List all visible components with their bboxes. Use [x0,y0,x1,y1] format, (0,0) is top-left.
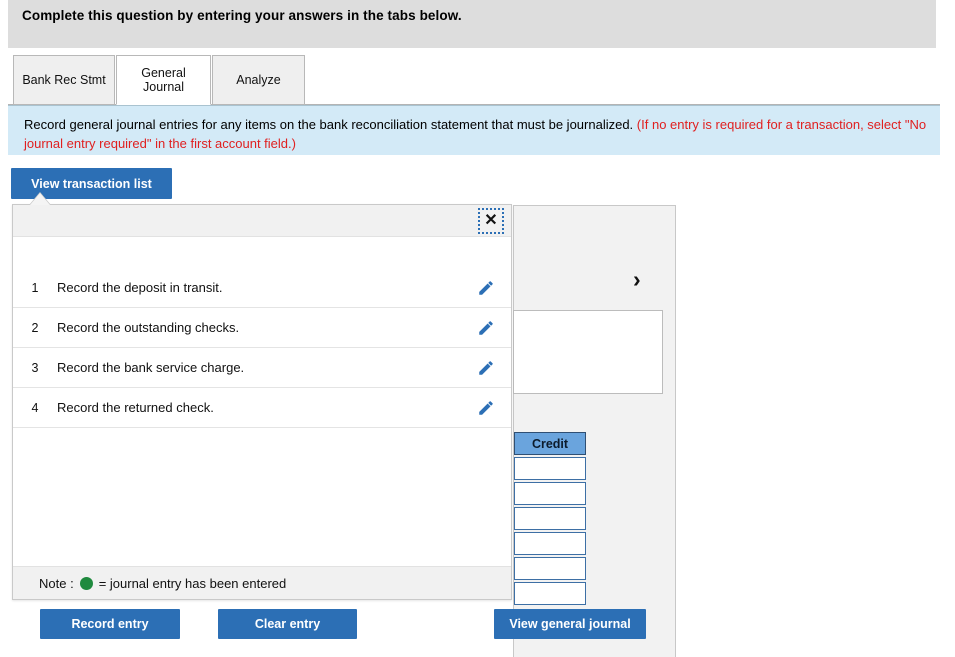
clear-entry-button[interactable]: Clear entry [218,609,357,639]
tab-analyze[interactable]: Analyze [212,55,305,105]
transaction-row[interactable]: 1 Record the deposit in transit. [13,268,511,308]
info-bar-text: Record general journal entries for any i… [24,115,929,153]
transaction-row-edit-button[interactable] [461,319,511,337]
transaction-row-label: Record the returned check. [57,400,214,415]
tab-general-journal-label: General Journal [141,65,186,94]
transaction-list-popup-body: 1 Record the deposit in transit. 2 Recor… [13,237,511,568]
transaction-row-number: 4 [31,400,39,415]
pencil-icon [479,280,493,295]
transaction-row-number: 2 [31,320,39,335]
transaction-row-label: Record the bank service charge. [57,360,245,375]
transaction-list: 1 Record the deposit in transit. 2 Recor… [13,268,511,428]
record-entry-button[interactable]: Record entry [40,609,180,639]
green-dot-icon [79,576,93,590]
transaction-list-popup-footer: Note : = journal entry has been entered [13,566,511,599]
view-transaction-list-label: View transaction list [31,176,152,191]
info-bar: Record general journal entries for any i… [8,105,940,155]
info-bar-text-black: Record general journal entries for any i… [24,117,634,132]
transaction-row-label: Record the deposit in transit. [57,280,223,295]
transaction-row-edit-button[interactable] [461,279,511,297]
pencil-icon [479,360,493,375]
instruction-banner: Complete this question by entering your … [8,0,936,48]
transaction-row-number: 3 [31,360,39,375]
credit-column-header: Credit [514,432,586,455]
transaction-row[interactable]: 2 Record the outstanding checks. [13,308,511,348]
journal-textbox[interactable] [513,310,663,394]
tab-bank-rec-stmt[interactable]: Bank Rec Stmt [13,55,115,105]
credit-input-cell[interactable] [514,507,586,530]
popup-pointer [30,193,50,205]
credit-input-cell[interactable] [514,557,586,580]
view-general-journal-label: View general journal [509,617,631,631]
popup-note-prefix: Note : [39,575,74,591]
transaction-list-popup: ✕ 1 Record the deposit in transit. 2 Rec… [12,204,512,600]
pencil-icon [479,400,493,415]
popup-note-suffix: = journal entry has been entered [98,575,287,591]
popup-note: Note : = journal entry has been entered [39,576,286,591]
instruction-banner-text: Complete this question by entering your … [22,8,462,23]
credit-column: Credit [514,432,586,605]
record-entry-label: Record entry [71,617,149,631]
credit-input-cell[interactable] [514,482,586,505]
close-icon[interactable]: ✕ [478,208,504,234]
transaction-row-edit-button[interactable] [461,399,511,417]
transaction-row-label: Record the outstanding checks. [57,320,240,335]
transaction-row-edit-button[interactable] [461,359,511,377]
tab-strip: Bank Rec Stmt General Journal Analyze [8,54,940,105]
credit-input-cell[interactable] [514,532,586,555]
transaction-list-popup-header: ✕ [13,205,511,237]
view-general-journal-button[interactable]: View general journal [494,609,646,639]
clear-entry-label: Clear entry [254,617,321,631]
credit-input-cell[interactable] [514,582,586,605]
general-journal-panel: › Credit [513,205,676,657]
tab-analyze-label: Analyze [236,72,281,87]
credit-input-cell[interactable] [514,457,586,480]
tab-general-journal[interactable]: General Journal [116,55,211,105]
transaction-row[interactable]: 4 Record the returned check. [13,388,511,428]
transaction-row[interactable]: 3 Record the bank service charge. [13,348,511,388]
chevron-right-icon[interactable]: › [633,268,641,291]
pencil-icon [479,320,493,335]
transaction-row-number: 1 [31,280,39,295]
tab-bank-rec-stmt-label: Bank Rec Stmt [22,72,106,87]
